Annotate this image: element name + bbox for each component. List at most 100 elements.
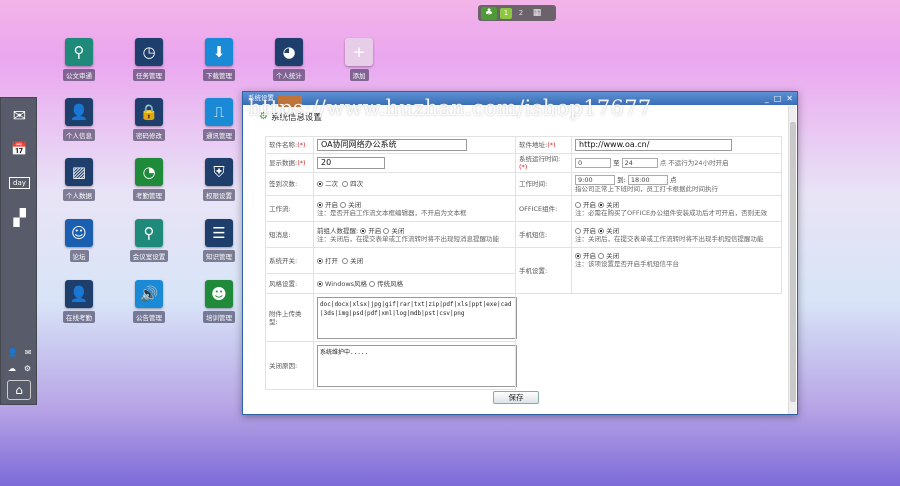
app-label: 论坛 [69, 250, 89, 262]
work-end-select[interactable]: 18:00 [627, 175, 668, 186]
workflow-hint: 注：是否开启工作流文本框编辑器，不开启为文本框 [317, 208, 467, 217]
app-label: 通讯管理 [203, 129, 235, 141]
sign-label: 签到次数: [269, 180, 298, 189]
scrollbar-thumb[interactable] [790, 122, 796, 402]
run-to-label: 至 [613, 159, 620, 168]
software-url-input[interactable]: http://www.oa.cn/ [575, 139, 732, 151]
run-from-select[interactable]: 0 [575, 158, 611, 169]
sign-four-radio[interactable] [342, 181, 349, 188]
remind-off-radio[interactable] [383, 227, 390, 234]
app-icon: ☻ [205, 280, 233, 308]
mobile-label: 手机设置: [519, 266, 548, 275]
close-icon[interactable]: ✕ [786, 92, 793, 105]
app-label: 培训管理 [203, 311, 235, 323]
group-icon[interactable]: ♣ [481, 6, 497, 20]
app-icon: ⬇ [205, 38, 233, 66]
mobile-on-radio[interactable] [575, 253, 581, 260]
sms-on-label: 开启 [583, 226, 596, 235]
save-button[interactable]: 保存 [493, 391, 539, 404]
calendar-icon[interactable]: 📅 [1, 132, 38, 166]
app-label: 添加 [349, 69, 369, 81]
switch-on-radio[interactable] [317, 257, 323, 264]
desktop-icon[interactable]: ⚲ 公文审通 [44, 38, 114, 81]
desktop-icon[interactable]: ⚲ 会议室设置 [114, 219, 184, 262]
app-icon: 👤 [65, 98, 93, 126]
style-label: 风格设置: [269, 279, 298, 288]
chat-icon: ☁ [7, 363, 16, 373]
app-icon: ▨ [65, 158, 93, 186]
page-1-button[interactable]: 1 [500, 7, 512, 19]
page-size-label: 显示数据: [269, 159, 298, 168]
desktop-icon[interactable]: 👤 个人信息 [44, 98, 114, 141]
workflow-off-label: 关闭 [348, 200, 362, 209]
app-icon: ☰ [205, 219, 233, 247]
sms-off-radio[interactable] [598, 227, 605, 234]
work-to-label: 到: [617, 176, 626, 185]
remind-hint: 注：关闭后，在提交表单或工作流转时将不出现短消息提醒功能 [317, 234, 499, 243]
desktop-icon[interactable]: 🔒 密码修改 [114, 98, 184, 141]
home-icon[interactable]: ⌂ [7, 380, 31, 400]
apps-icon[interactable]: ▞ [1, 200, 38, 234]
style-classic-radio[interactable] [369, 280, 376, 287]
desktop-icon[interactable]: + 添加 [324, 38, 394, 81]
app-label: 下载管理 [203, 69, 235, 81]
mail-icon[interactable]: ✉ [1, 98, 38, 132]
desktop-icon[interactable]: 🔊 公告管理 [114, 280, 184, 323]
software-name-input[interactable]: OA协同网络办公系统 [317, 139, 467, 151]
sms-on-radio[interactable] [575, 227, 581, 234]
page-size-input[interactable]: 20 [317, 157, 385, 170]
app-icon: ⚲ [135, 219, 163, 247]
app-label: 个人统计 [273, 69, 305, 81]
remind-on-radio[interactable] [360, 227, 367, 234]
day-icon[interactable]: day [1, 166, 38, 200]
app-icon: ⛨ [205, 158, 233, 186]
desktop-icon[interactable]: ◔ 考勤管理 [114, 158, 184, 201]
sign-twice-radio[interactable] [317, 181, 323, 188]
office-on-radio[interactable] [575, 201, 581, 208]
page-2-button[interactable]: 2 [515, 8, 527, 19]
grid-view-icon[interactable]: ▦ [530, 8, 544, 19]
app-label: 在线考勤 [63, 311, 95, 323]
attach-types-textarea[interactable]: doc|docx|xlsx|jpg|gif|rar|txt|zip|pdf|xl… [317, 296, 517, 339]
app-icon: ◕ [275, 38, 303, 66]
remind-label: 短消息: [269, 230, 291, 239]
workflow-off-radio[interactable] [340, 201, 347, 208]
run-to-select[interactable]: 24 [621, 158, 658, 169]
mobile-off-radio[interactable] [598, 253, 605, 260]
work-start-select[interactable]: 9:00 [575, 175, 615, 186]
desktop-icon[interactable]: ▨ 个人数据 [44, 158, 114, 201]
chat-mini[interactable]: ☁ ⚙ [4, 362, 35, 374]
switch-off-radio[interactable] [342, 257, 349, 264]
switch-on-label: 打开 [325, 256, 338, 265]
desktop-icon[interactable]: ◷ 任务管理 [114, 38, 184, 81]
office-hint: 注：必需在购买了OFFICE办公组件安装成功后才可开启，否则无效 [575, 208, 768, 217]
sms-off-label: 关闭 [606, 226, 620, 235]
maximize-icon[interactable]: □ [774, 92, 782, 105]
app-icon: ⚲ [65, 38, 93, 66]
style-windows-radio[interactable] [317, 280, 323, 287]
style-windows-label: Windows风格 [325, 279, 368, 288]
minimize-icon[interactable]: _ [765, 92, 769, 105]
office-off-label: 关闭 [606, 200, 620, 209]
run-hint: 点 不运行为24小时开启 [659, 159, 729, 168]
app-label: 会议室设置 [129, 250, 169, 262]
close-reason-label: 关闭原因: [269, 361, 298, 370]
user-mail-mini[interactable]: 👤 ✉ [4, 346, 35, 358]
app-label: 知识管理 [203, 250, 235, 262]
switch-label: 系统开关: [269, 256, 298, 265]
sms-label: 手机短信: [519, 230, 548, 239]
workflow-on-radio[interactable] [317, 201, 323, 208]
app-icon: 🔒 [135, 98, 163, 126]
desktop-icon[interactable]: 👤 在线考勤 [44, 280, 114, 323]
app-label: 考勤管理 [133, 189, 165, 201]
desktop-icon[interactable]: ◕ 个人统计 [254, 38, 324, 81]
close-reason-textarea[interactable]: 系统维护中..... [317, 344, 517, 387]
office-on-label: 开启 [583, 200, 596, 209]
settings-mini-icon: ⚙ [23, 363, 32, 373]
office-off-radio[interactable] [598, 201, 605, 208]
app-icon: 🔊 [135, 280, 163, 308]
desktop-icon[interactable]: ☺ 论坛 [44, 219, 114, 262]
desktop-icon[interactable]: ⬇ 下载管理 [184, 38, 254, 81]
window-scrollbar[interactable] [788, 106, 796, 414]
attach-label: 附件上传类型: [269, 309, 302, 326]
